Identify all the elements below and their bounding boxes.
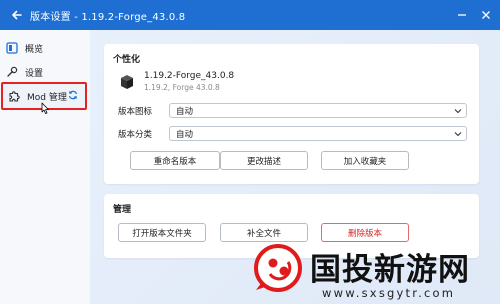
- version-name: 1.19.2-Forge_43.0.8: [144, 71, 235, 81]
- watermark-url: www.sxsgytr.com: [322, 286, 456, 300]
- sidebar-item-label: 设置: [25, 68, 44, 79]
- category-select-value: 自动: [176, 129, 194, 140]
- version-subtitle: 1.19.2, Forge 43.0.8: [144, 83, 220, 92]
- mouse-cursor-icon: [41, 100, 50, 114]
- site-logo-icon: [252, 242, 302, 294]
- category-select[interactable]: 自动: [169, 126, 467, 141]
- icon-select[interactable]: 自动: [169, 103, 467, 118]
- watermark: 国投新游网 www.sxsgytr.com: [250, 240, 500, 304]
- back-arrow-icon[interactable]: [9, 7, 25, 23]
- close-button[interactable]: [478, 7, 494, 23]
- app-window: 版本设置 - 1.19.2-Forge_43.0.8 概览 设置 Mod 管理 …: [0, 0, 500, 304]
- puzzle-icon: [7, 89, 21, 103]
- title-bar: 版本设置 - 1.19.2-Forge_43.0.8: [0, 0, 500, 30]
- sidebar-item-settings[interactable]: 设置: [5, 62, 87, 82]
- refresh-icon[interactable]: [68, 90, 78, 100]
- personalization-card: 个性化 1.19.2-Forge_43.0.8 1.19.2, Forge 43…: [104, 44, 479, 184]
- minimize-button[interactable]: [454, 7, 470, 23]
- icon-select-value: 自动: [176, 106, 194, 117]
- sidebar-item-label: 概览: [25, 44, 44, 55]
- rename-version-button[interactable]: 重命名版本: [130, 151, 220, 170]
- version-block-icon: [119, 74, 135, 90]
- add-to-favorites-button[interactable]: 加入收藏夹: [321, 151, 409, 170]
- icon-label: 版本图标: [118, 107, 153, 117]
- change-description-button[interactable]: 更改描述: [220, 151, 308, 170]
- window-title: 版本设置 - 1.19.2-Forge_43.0.8: [30, 12, 186, 23]
- wrench-icon: [5, 65, 19, 79]
- sidebar-item-overview[interactable]: 概览: [5, 38, 87, 58]
- overview-icon: [5, 41, 19, 55]
- open-version-folder-button[interactable]: 打开版本文件夹: [118, 223, 206, 242]
- chevron-down-icon: [454, 107, 462, 115]
- chevron-down-icon: [454, 130, 462, 138]
- category-label: 版本分类: [118, 130, 153, 140]
- manage-title: 管理: [113, 205, 132, 215]
- watermark-text: 国投新游网: [310, 252, 470, 288]
- personalization-title: 个性化: [113, 55, 141, 65]
